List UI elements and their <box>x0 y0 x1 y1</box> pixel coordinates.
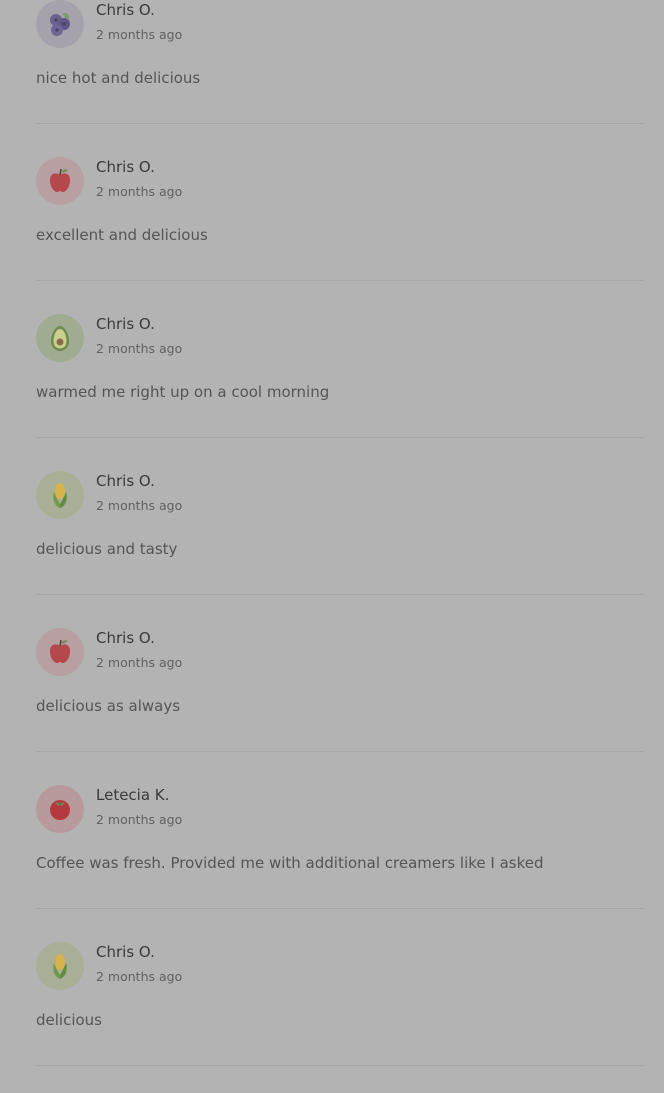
review-text: nice hot and delicious <box>36 69 201 87</box>
review-text: excellent and delicious <box>36 226 208 244</box>
tomato-icon <box>45 794 75 824</box>
review-list: Chris O. 2 months ago nice hot and delic… <box>0 0 664 1086</box>
reviewer-name: Chris O. <box>96 943 155 961</box>
divider <box>36 1065 644 1066</box>
avatar <box>36 0 84 48</box>
reviewer-name: Chris O. <box>96 629 155 647</box>
divider <box>36 751 644 752</box>
review-item: Chris O. 2 months ago warmed me right up… <box>0 301 664 458</box>
corn-icon <box>45 951 75 981</box>
review-time: 2 months ago <box>96 655 183 670</box>
blueberry-icon <box>45 9 75 39</box>
divider <box>36 908 644 909</box>
divider <box>36 437 644 438</box>
reviewer-name: Chris O. <box>96 315 155 333</box>
review-item: Chris O. 2 months ago delicious and tast… <box>0 458 664 615</box>
avatar <box>36 628 84 676</box>
apple-icon <box>45 166 75 196</box>
corn-icon <box>45 480 75 510</box>
reviewer-name: Chris O. <box>96 472 155 490</box>
divider <box>36 123 644 124</box>
divider <box>36 594 644 595</box>
review-time: 2 months ago <box>96 341 183 356</box>
review-text: delicious as always <box>36 697 181 715</box>
review-time: 2 months ago <box>96 812 183 827</box>
review-time: 2 months ago <box>96 969 183 984</box>
review-text: delicious and tasty <box>36 540 178 558</box>
avatar <box>36 157 84 205</box>
review-item: Chris O. 2 months ago excellent and deli… <box>0 144 664 301</box>
avatar <box>36 942 84 990</box>
review-time: 2 months ago <box>96 27 183 42</box>
review-item: Chris O. 2 months ago nice hot and delic… <box>0 0 664 144</box>
avatar <box>36 314 84 362</box>
review-item: Chris O. 2 months ago delicious <box>0 929 664 1086</box>
review-text: warmed me right up on a cool morning <box>36 383 330 401</box>
review-item: Chris O. 2 months ago delicious as alway… <box>0 615 664 772</box>
avocado-icon <box>45 323 75 353</box>
reviewer-name: Letecia K. <box>96 786 170 804</box>
avatar <box>36 471 84 519</box>
avatar <box>36 785 84 833</box>
review-time: 2 months ago <box>96 184 183 199</box>
apple-icon <box>45 637 75 667</box>
reviewer-name: Chris O. <box>96 158 155 176</box>
review-time: 2 months ago <box>96 498 183 513</box>
review-text: delicious <box>36 1011 102 1029</box>
divider <box>36 280 644 281</box>
review-text: Coffee was fresh. Provided me with addit… <box>36 854 544 872</box>
review-item: Letecia K. 2 months ago Coffee was fresh… <box>0 772 664 929</box>
reviewer-name: Chris O. <box>96 1 155 19</box>
